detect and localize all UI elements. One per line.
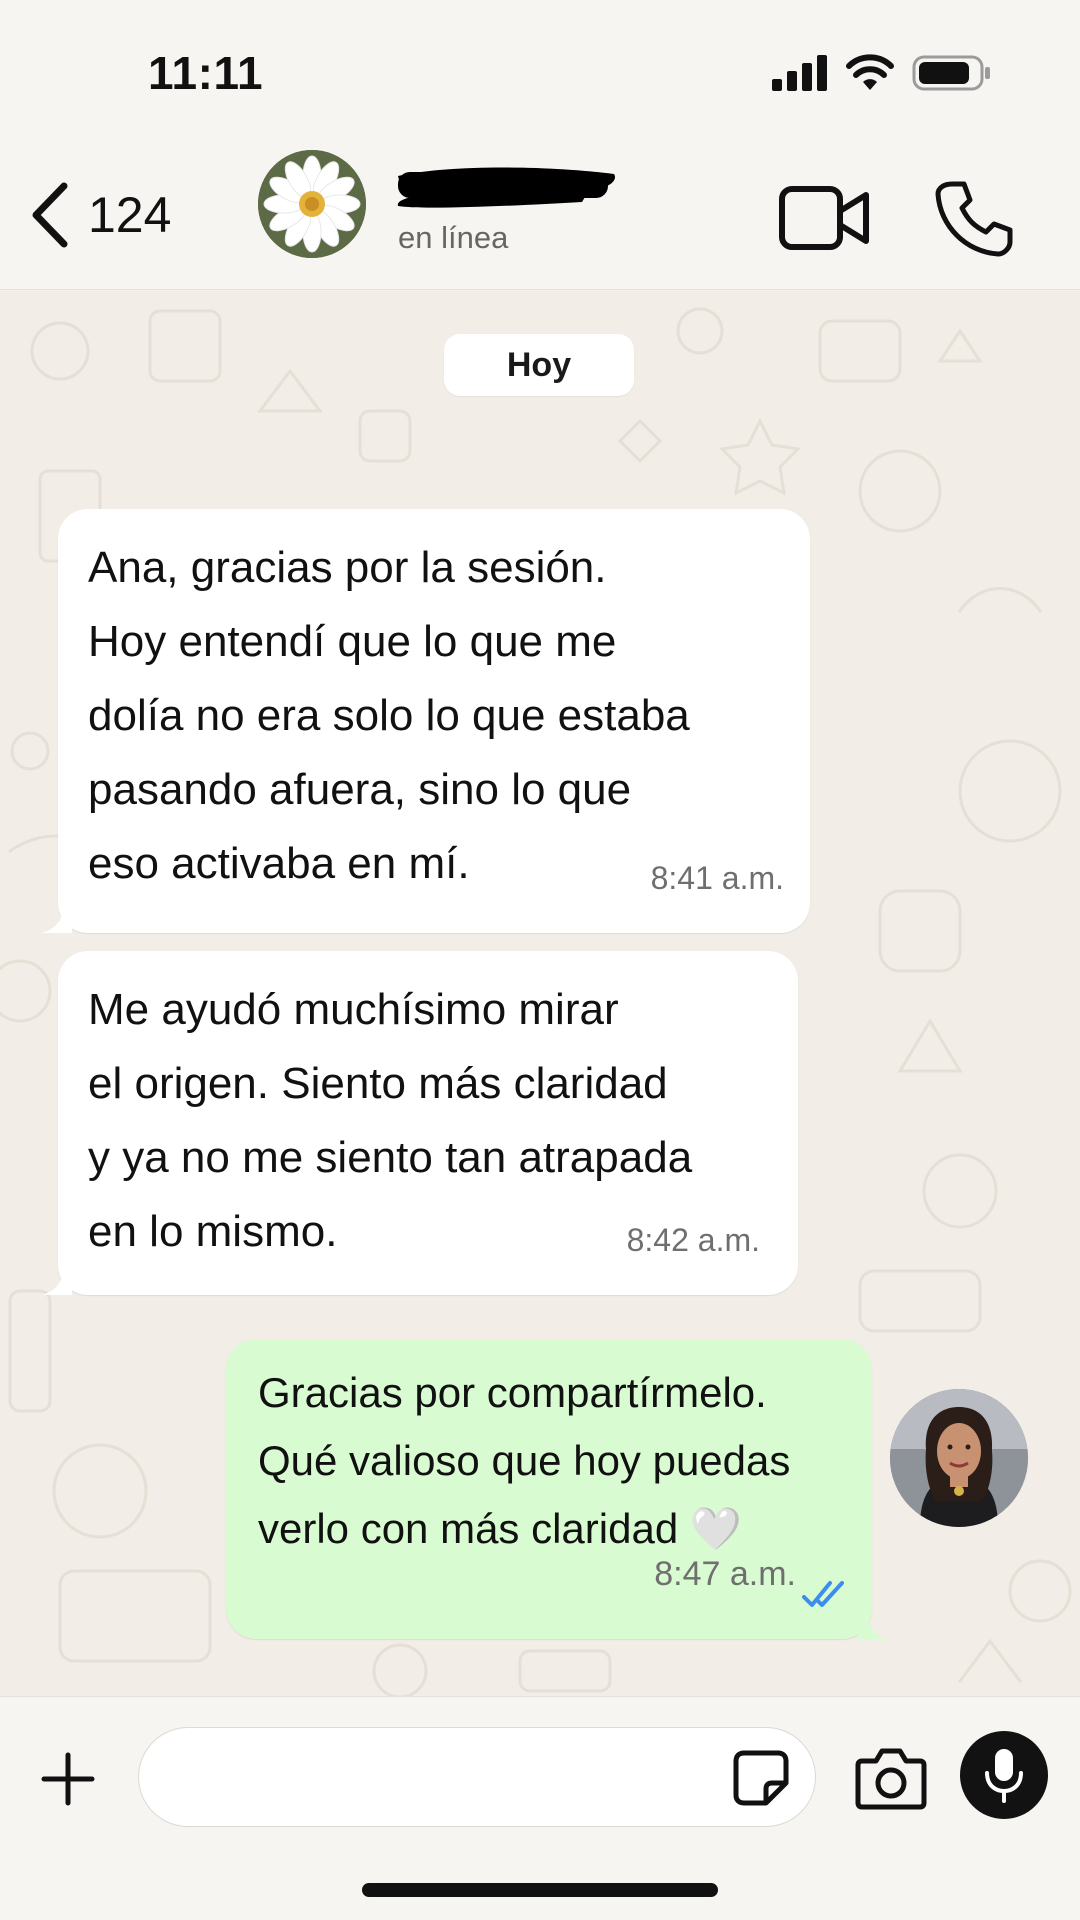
sticker-icon [733,1750,789,1806]
status-icons [772,52,992,94]
unread-count: 124 [88,187,172,243]
message-text: Gracias por compartírmelo. Qué valioso q… [258,1369,791,1552]
message-bubble-incoming[interactable]: Me ayudó muchísimo mirar el origen. Sien… [42,951,798,1295]
chat-header: 124 en línea [0,140,1080,290]
sender-avatar[interactable] [890,1389,1028,1527]
video-call-button[interactable] [774,168,874,268]
message-time: 8:41 a.m. [650,860,784,896]
plus-icon [41,1752,95,1806]
voice-message-button[interactable] [960,1731,1048,1819]
phone-icon [935,181,1013,257]
daisy-image [258,150,366,258]
status-time: 11:11 [148,47,264,99]
status-bar: 11:11 [0,0,1080,140]
message-bubble-outgoing[interactable]: Gracias por compartírmelo. Qué valioso q… [226,1339,888,1639]
battery-icon [912,55,990,91]
read-receipt-icon [802,1581,844,1607]
microphone-icon [985,1749,1023,1803]
profile-photo [890,1389,1028,1527]
attach-button[interactable] [34,1745,102,1813]
message-input[interactable] [138,1727,816,1827]
contact-name-redacted [397,167,616,208]
back-button[interactable]: 124 [26,170,171,260]
signal-icon [772,55,827,91]
camera-button[interactable] [854,1745,928,1811]
message-bubble-incoming[interactable]: Ana, gracias por la sesión. Hoy entendí … [42,509,810,933]
wifi-icon [846,54,894,90]
voice-call-button[interactable] [924,168,1024,268]
video-camera-icon [779,186,869,250]
message-time: 8:42 a.m. [626,1222,760,1258]
date-divider: Hoy [444,334,634,396]
sticker-button[interactable] [730,1747,792,1809]
message-time: 8:47 a.m. [654,1555,796,1593]
bubble-tail [42,1265,72,1295]
home-indicator[interactable] [362,1883,718,1897]
contact-avatar[interactable] [258,150,366,258]
contact-status: en línea [398,220,509,255]
camera-icon [855,1748,927,1810]
chevron-left-icon [32,182,68,248]
chat-area[interactable]: Hoy Ana, gracias por la sesión. Hoy ente… [0,291,1080,1696]
bubble-tail [42,903,72,933]
bubble-tail [858,1609,888,1639]
